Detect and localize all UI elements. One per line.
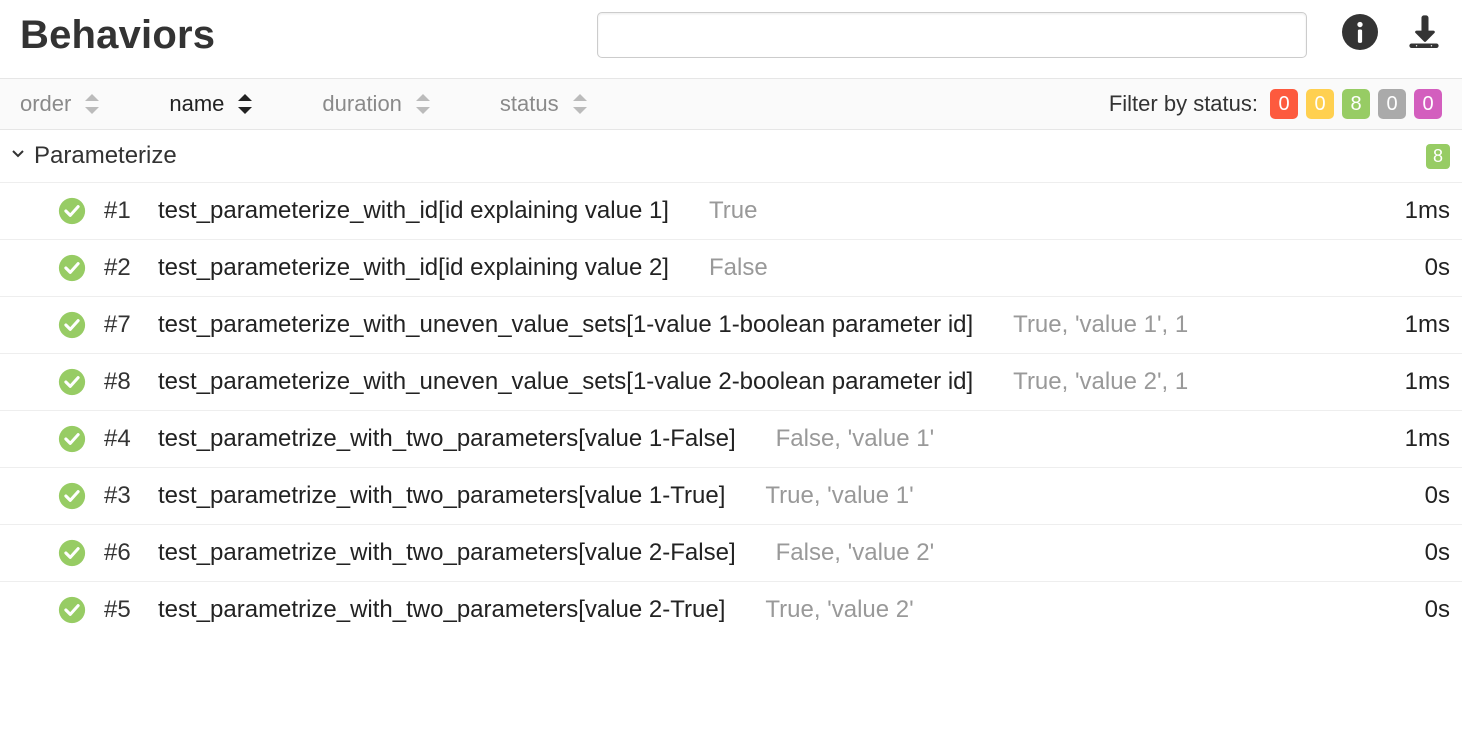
test-row[interactable]: #5 test_parametrize_with_two_parameters[… bbox=[0, 581, 1462, 638]
search-box bbox=[597, 12, 1307, 58]
test-duration: 0s bbox=[1425, 539, 1450, 567]
test-row[interactable]: #1 test_parameterize_with_id[id explaini… bbox=[0, 182, 1462, 239]
status-passed-icon bbox=[58, 482, 86, 510]
filter-failed[interactable]: 0 bbox=[1270, 89, 1298, 119]
test-order: #3 bbox=[104, 482, 140, 510]
test-name: test_parameterize_with_id[id explaining … bbox=[158, 197, 669, 225]
test-duration: 1ms bbox=[1405, 197, 1450, 225]
test-order: #4 bbox=[104, 425, 140, 453]
status-filter-group: Filter by status: 0 0 8 0 0 bbox=[1109, 89, 1442, 119]
test-order: #5 bbox=[104, 596, 140, 624]
test-duration: 1ms bbox=[1405, 311, 1450, 339]
test-order: #8 bbox=[104, 368, 140, 396]
test-row[interactable]: #4 test_parametrize_with_two_parameters[… bbox=[0, 410, 1462, 467]
sort-icon bbox=[573, 94, 587, 114]
group-name: Parameterize bbox=[34, 142, 177, 170]
test-row[interactable]: #8 test_parameterize_with_uneven_value_s… bbox=[0, 353, 1462, 410]
status-passed-icon bbox=[58, 368, 86, 396]
status-passed-icon bbox=[58, 596, 86, 624]
test-duration: 0s bbox=[1425, 482, 1450, 510]
test-order: #6 bbox=[104, 539, 140, 567]
status-passed-icon bbox=[58, 425, 86, 453]
test-row[interactable]: #6 test_parametrize_with_two_parameters[… bbox=[0, 524, 1462, 581]
test-name: test_parametrize_with_two_parameters[val… bbox=[158, 482, 725, 510]
sort-icon bbox=[416, 94, 430, 114]
sort-icon bbox=[85, 94, 99, 114]
sorter-status[interactable]: status bbox=[500, 91, 587, 117]
test-duration: 0s bbox=[1425, 596, 1450, 624]
status-passed-icon bbox=[58, 311, 86, 339]
test-params: True, 'value 2', 1 bbox=[1013, 368, 1188, 396]
sorter-label: name bbox=[169, 91, 224, 117]
test-params: True, 'value 1', 1 bbox=[1013, 311, 1188, 339]
tests-container: #1 test_parameterize_with_id[id explaini… bbox=[0, 182, 1462, 638]
test-name: test_parametrize_with_two_parameters[val… bbox=[158, 596, 725, 624]
group-count-badge: 8 bbox=[1426, 144, 1450, 169]
test-name: test_parameterize_with_uneven_value_sets… bbox=[158, 368, 973, 396]
sorter-label: status bbox=[500, 91, 559, 117]
filter-passed[interactable]: 8 bbox=[1342, 89, 1370, 119]
sorter-order[interactable]: order bbox=[20, 91, 99, 117]
test-duration: 1ms bbox=[1405, 425, 1450, 453]
test-params: True, 'value 2' bbox=[765, 596, 913, 624]
search-input[interactable] bbox=[597, 12, 1307, 58]
test-params: True, 'value 1' bbox=[765, 482, 913, 510]
info-icon[interactable] bbox=[1342, 14, 1378, 56]
download-icon[interactable] bbox=[1406, 14, 1442, 56]
status-passed-icon bbox=[58, 197, 86, 225]
header-action-icons bbox=[1342, 14, 1442, 56]
test-duration: 0s bbox=[1425, 254, 1450, 282]
test-order: #7 bbox=[104, 311, 140, 339]
page-title: Behaviors bbox=[20, 13, 215, 58]
test-params: False, 'value 2' bbox=[776, 539, 935, 567]
group-row-parameterize[interactable]: Parameterize 8 bbox=[0, 130, 1462, 182]
sorter-duration[interactable]: duration bbox=[322, 91, 430, 117]
filter-skipped[interactable]: 0 bbox=[1378, 89, 1406, 119]
test-params: True bbox=[709, 197, 757, 225]
filter-label: Filter by status: bbox=[1109, 91, 1258, 117]
test-row[interactable]: #2 test_parameterize_with_id[id explaini… bbox=[0, 239, 1462, 296]
sort-icon bbox=[238, 94, 252, 114]
status-passed-icon bbox=[58, 254, 86, 282]
sorter-label: duration bbox=[322, 91, 402, 117]
test-duration: 1ms bbox=[1405, 368, 1450, 396]
test-order: #2 bbox=[104, 254, 140, 282]
page-header: Behaviors bbox=[0, 0, 1462, 78]
test-name: test_parametrize_with_two_parameters[val… bbox=[158, 539, 736, 567]
sorter-name[interactable]: name bbox=[169, 91, 252, 117]
test-params: False, 'value 1' bbox=[776, 425, 935, 453]
test-name: test_parametrize_with_two_parameters[val… bbox=[158, 425, 736, 453]
status-passed-icon bbox=[58, 539, 86, 567]
sort-filter-bar: order name duration status Filter by sta… bbox=[0, 78, 1462, 130]
filter-broken[interactable]: 0 bbox=[1306, 89, 1334, 119]
test-params: False bbox=[709, 254, 768, 282]
test-name: test_parameterize_with_id[id explaining … bbox=[158, 254, 669, 282]
test-order: #1 bbox=[104, 197, 140, 225]
filter-unknown[interactable]: 0 bbox=[1414, 89, 1442, 119]
test-row[interactable]: #3 test_parametrize_with_two_parameters[… bbox=[0, 467, 1462, 524]
test-name: test_parameterize_with_uneven_value_sets… bbox=[158, 311, 973, 339]
test-row[interactable]: #7 test_parameterize_with_uneven_value_s… bbox=[0, 296, 1462, 353]
chevron-down-icon bbox=[8, 142, 28, 170]
sorter-label: order bbox=[20, 91, 71, 117]
